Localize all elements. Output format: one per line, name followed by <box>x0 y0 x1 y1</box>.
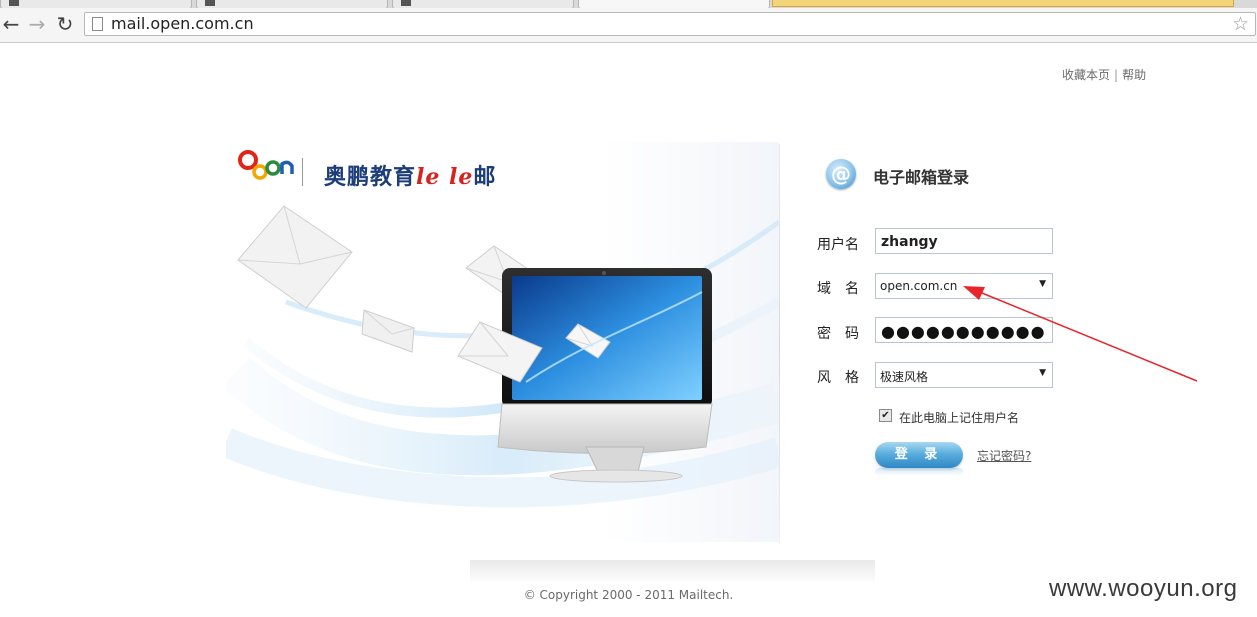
domain-label: 域 名 <box>817 281 859 297</box>
at-icon: @ <box>826 159 856 189</box>
page-icon <box>92 17 103 31</box>
bookmark-page-link[interactable]: 收藏本页 <box>1062 68 1110 82</box>
address-bar[interactable]: mail.open.com.cn ☆ <box>84 12 1256 36</box>
reload-button[interactable]: ↻ <box>54 12 76 36</box>
password-label: 密 码 <box>817 326 859 342</box>
button-reflection <box>875 468 963 476</box>
envelope-icon <box>361 309 415 353</box>
footer-shadow <box>470 560 875 584</box>
favicon-icon <box>9 0 19 6</box>
monitor-chin <box>497 403 713 454</box>
username-input[interactable] <box>879 230 1053 254</box>
bookmark-star-icon[interactable]: ☆ <box>1232 14 1249 34</box>
username-field[interactable] <box>875 228 1053 254</box>
info-bar <box>772 0 1234 7</box>
help-link[interactable]: 帮助 <box>1122 68 1146 82</box>
envelope-icon <box>237 205 353 309</box>
username-label: 用户名 <box>817 237 859 253</box>
favicon-icon <box>205 0 215 6</box>
back-button[interactable]: ← <box>0 12 22 36</box>
url-text[interactable]: mail.open.com.cn <box>111 15 254 33</box>
remember-checkbox[interactable]: ✔ <box>879 409 892 422</box>
hero-illustration: 奥鹏教育le le邮 <box>226 142 779 542</box>
panel-divider <box>779 144 780 544</box>
favicon-icon <box>401 0 411 6</box>
browser-toolbar: ← → ↻ mail.open.com.cn ☆ <box>0 8 1257 43</box>
tab-strip <box>0 0 1257 9</box>
watermark: www.wooyun.org <box>1049 575 1238 602</box>
header-links: 收藏本页 | 帮助 <box>1062 66 1146 83</box>
mail-computer-graphic <box>226 205 779 508</box>
domain-value: open.com.cn <box>880 279 958 293</box>
style-label: 风 格 <box>817 370 859 386</box>
link-separator: | <box>1114 68 1119 82</box>
forward-button[interactable]: → <box>26 12 48 36</box>
login-title: 电子邮箱登录 <box>873 168 970 187</box>
forgot-password-link[interactable]: 忘记密码? <box>977 447 1031 464</box>
login-button[interactable]: 登 录 <box>875 442 963 468</box>
style-value: 极速风格 <box>880 370 929 384</box>
annotation-arrow-icon <box>963 286 1198 382</box>
remember-label[interactable]: 在此电脑上记住用户名 <box>899 409 1019 426</box>
